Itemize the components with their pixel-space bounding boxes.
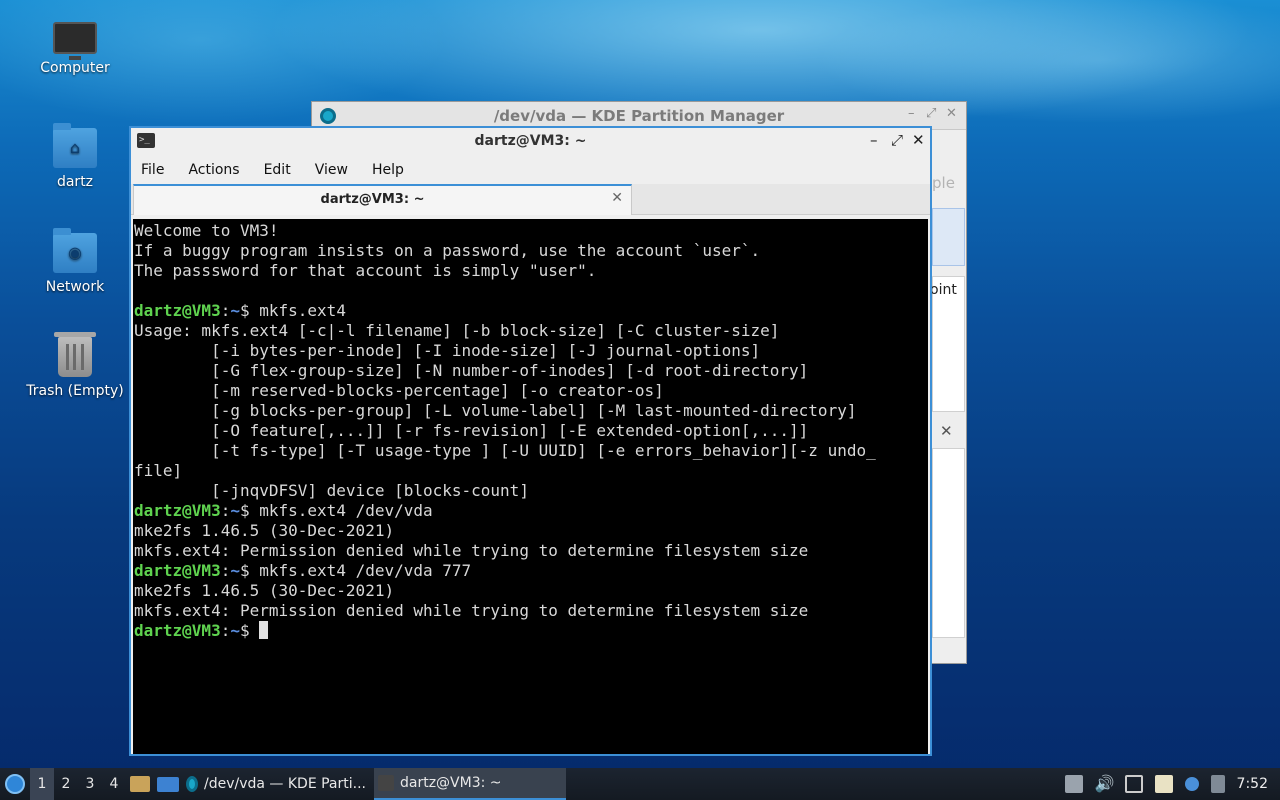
prompt-user: dartz@VM3 — [134, 301, 221, 320]
terminal-tab-label: dartz@VM3: ~ — [320, 192, 425, 207]
workspace-4[interactable]: 4 — [102, 768, 126, 800]
terminal-output-line: If a buggy program insists on a password… — [134, 241, 761, 260]
desktop-icon-home[interactable]: ⌂ dartz — [20, 123, 130, 190]
workspace-1[interactable]: 1 — [30, 768, 54, 800]
kde-partition-table[interactable]: oint — [930, 276, 965, 412]
kde-window-title: /dev/vda — KDE Partition Manager — [493, 107, 785, 125]
terminal-output-line: mke2fs 1.46.5 (30-Dec-2021) — [134, 521, 395, 540]
terminal-output-line: [-m reserved-blocks-percentage] [-o crea… — [134, 381, 664, 400]
prompt-user: dartz@VM3 — [134, 621, 221, 640]
workspace-2[interactable]: 2 — [54, 768, 78, 800]
terminal-output-line: [-i bytes-per-inode] [-I inode-size] [-J… — [134, 341, 761, 360]
terminal-menu-bar: File Actions Edit View Help — [131, 155, 930, 184]
desktop-icon-label: Network — [45, 279, 105, 295]
close-icon[interactable]: ✕ — [946, 106, 957, 121]
terminal-command-line: dartz@VM3:~$ — [134, 621, 928, 641]
close-tab-icon[interactable]: ✕ — [611, 190, 623, 206]
prompt-user: dartz@VM3 — [134, 501, 221, 520]
prompt-user: dartz@VM3 — [134, 561, 221, 580]
prompt-path: ~ — [230, 561, 240, 580]
task-label: dartz@VM3: ~ — [400, 775, 502, 791]
terminal-window-title: dartz@VM3: ~ — [474, 133, 587, 149]
desktop-icon-network[interactable]: ◉ Network — [20, 228, 130, 295]
update-notifier-icon[interactable] — [1184, 777, 1199, 791]
start-menu-button[interactable] — [0, 768, 30, 800]
volume-icon[interactable]: 🔊 — [1095, 775, 1115, 793]
task-label: /dev/vda — KDE Parti... — [203, 776, 366, 792]
terminal-window[interactable]: >_ dartz@VM3: ~ – ⤢ ✕ File Actions Edit … — [129, 126, 932, 756]
notification-icon[interactable] — [1210, 775, 1225, 793]
prompt-path: ~ — [230, 501, 240, 520]
terminal-icon — [378, 775, 394, 791]
minimize-icon[interactable]: – — [908, 106, 915, 121]
command-text: $ mkfs.ext4 /dev/vda 777 — [239, 561, 472, 580]
workspace-3[interactable]: 3 — [78, 768, 102, 800]
home-folder-icon: ⌂ — [53, 123, 97, 168]
terminal-title-bar[interactable]: >_ dartz@VM3: ~ – ⤢ ✕ — [131, 128, 930, 155]
terminal-output: Welcome to VM3! If a buggy program insist… — [133, 219, 928, 641]
network-folder-icon: ◉ — [53, 228, 97, 273]
terminal-command-line: dartz@VM3:~$ mkfs.ext4 — [134, 301, 346, 320]
prompt-path: ~ — [230, 301, 240, 320]
terminal-output-line: [-G flex-group-size] [-N number-of-inode… — [134, 361, 809, 380]
kde-partial-label: ple — [932, 174, 955, 192]
menu-view[interactable]: View — [315, 162, 348, 178]
task-kde-partition-manager[interactable]: /dev/vda — KDE Parti... — [182, 768, 374, 800]
command-text: $ mkfs.ext4 — [239, 301, 346, 320]
menu-help[interactable]: Help — [372, 162, 404, 178]
desktop-icon-label: Trash (Empty) — [26, 383, 124, 399]
terminal-output-line: mke2fs 1.46.5 (30-Dec-2021) — [134, 581, 395, 600]
maximize-icon[interactable]: ⤢ — [926, 106, 936, 121]
partition-manager-icon — [186, 776, 198, 792]
system-tray: 🔊 7:52 — [1059, 768, 1280, 800]
close-icon[interactable]: ✕ — [940, 422, 953, 440]
terminal-output-line: [-t fs-type] [-T usage-type ] [-U UUID] … — [134, 441, 876, 460]
prompt-path: ~ — [230, 621, 240, 640]
taskbar: 1 2 3 4 /dev/vda — KDE Parti... dartz@VM… — [0, 768, 1280, 800]
task-terminal[interactable]: dartz@VM3: ~ — [374, 768, 566, 800]
terminal-output-line: The passsword for that account is simply… — [134, 261, 597, 280]
terminal-output-line: [-O feature[,...]] [-r fs-revision] [-E … — [134, 421, 809, 440]
desktop-icon-label: dartz — [56, 174, 94, 190]
terminal-command-line: dartz@VM3:~$ mkfs.ext4 /dev/vda — [134, 501, 433, 520]
trash-icon — [54, 332, 96, 377]
kde-column-header: oint — [930, 282, 957, 298]
menu-file[interactable]: File — [141, 162, 164, 178]
show-desktop-button[interactable] — [154, 768, 182, 800]
kde-selected-row[interactable] — [932, 208, 965, 266]
kde-info-panel — [932, 448, 965, 638]
terminal-output-line: mkfs.ext4: Permission denied while tryin… — [134, 541, 809, 560]
lubuntu-logo-icon — [5, 774, 25, 794]
terminal-cursor — [259, 621, 269, 639]
command-text: $ mkfs.ext4 /dev/vda — [239, 501, 433, 520]
terminal-output-line: [-jnqvDFSV] device [blocks-count] — [134, 481, 529, 500]
clipboard-icon[interactable] — [1154, 775, 1173, 793]
terminal-output-line: file] — [134, 461, 183, 480]
desktop-icon-label: Computer — [40, 60, 110, 76]
file-manager-launcher[interactable] — [126, 768, 154, 800]
computer-icon — [53, 22, 97, 60]
desktop-icon-computer[interactable]: Computer — [20, 18, 130, 76]
clock[interactable]: 7:52 — [1237, 776, 1268, 792]
command-text: $ — [239, 621, 260, 640]
terminal-output-line: Welcome to VM3! — [134, 221, 279, 240]
file-manager-icon — [130, 776, 150, 792]
minimize-icon[interactable]: – — [870, 131, 878, 149]
show-desktop-icon — [157, 776, 179, 792]
network-tray-icon[interactable] — [1124, 775, 1143, 793]
terminal-output-line: [-g blocks-per-group] [-L volume-label] … — [134, 401, 857, 420]
terminal-console[interactable]: Welcome to VM3! If a buggy program insist… — [133, 219, 928, 754]
menu-edit[interactable]: Edit — [264, 162, 291, 178]
close-icon[interactable]: ✕ — [912, 131, 925, 149]
upload-tray-icon[interactable] — [1064, 775, 1083, 793]
terminal-tab-bar: dartz@VM3: ~ ✕ — [131, 184, 930, 215]
terminal-command-line: dartz@VM3:~$ mkfs.ext4 /dev/vda 777 — [134, 561, 472, 580]
menu-actions[interactable]: Actions — [188, 162, 239, 178]
maximize-icon[interactable]: ⤢ — [891, 131, 903, 149]
terminal-tab[interactable]: dartz@VM3: ~ ✕ — [133, 184, 632, 215]
terminal-output-line: mkfs.ext4: Permission denied while tryin… — [134, 601, 809, 620]
desktop-icon-trash[interactable]: Trash (Empty) — [20, 332, 130, 399]
terminal-output-line: Usage: mkfs.ext4 [-c|-l filename] [-b bl… — [134, 321, 780, 340]
